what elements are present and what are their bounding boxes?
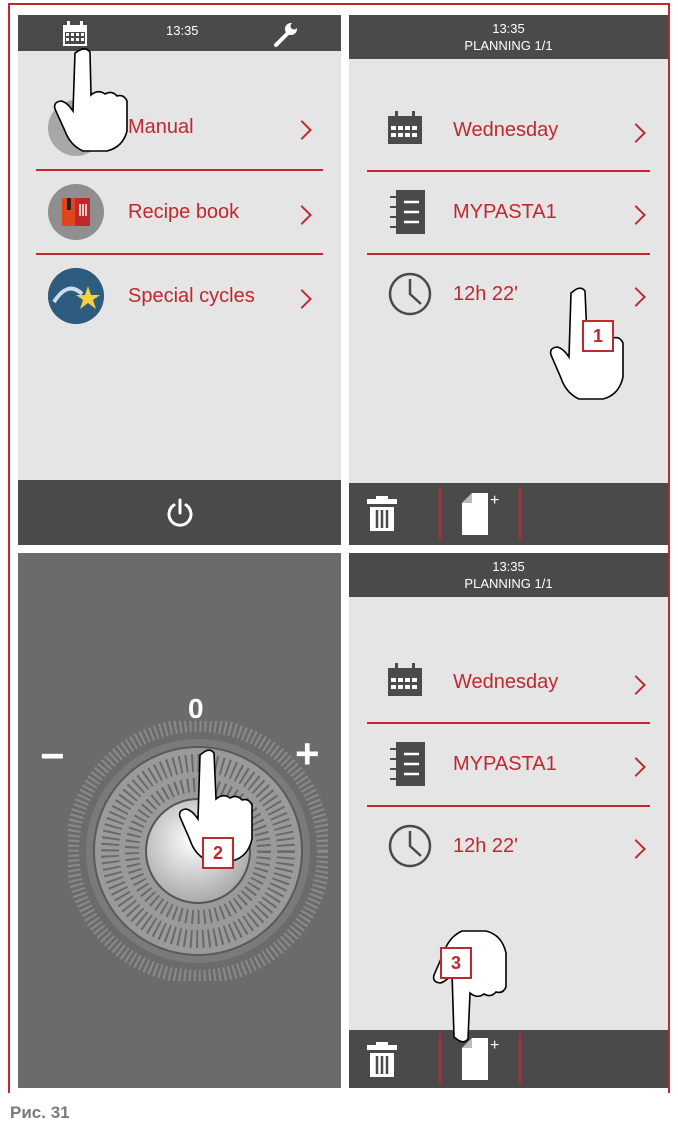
planning-screen: 13:35 PLANNING 1/1 Wednesday MYPASTA1 12…	[349, 15, 668, 545]
bar-divider	[519, 1034, 521, 1084]
pointing-hand-down-icon	[432, 930, 507, 1043]
planning-recipe-label: MYPASTA1	[453, 753, 557, 775]
divider	[36, 253, 323, 255]
wrench-icon[interactable]	[272, 20, 300, 48]
planning-item-recipe[interactable]: MYPASTA1	[349, 173, 668, 257]
clock-icon	[388, 824, 432, 868]
new-document-icon[interactable]: +	[459, 491, 503, 537]
power-icon[interactable]	[165, 497, 195, 529]
planning-item-day[interactable]: Wednesday	[349, 91, 668, 175]
step-3-badge: 3	[440, 947, 472, 979]
planning-item-recipe[interactable]: MYPASTA1	[349, 725, 668, 809]
divider	[367, 170, 650, 172]
special-cycles-icon	[48, 268, 104, 324]
bottom-bar: +	[349, 483, 668, 545]
chevron-right-icon	[626, 757, 646, 777]
clock-icon	[388, 272, 432, 316]
planning-recipe-label: MYPASTA1	[453, 201, 557, 223]
status-bar: 13:35 PLANNING 1/1	[349, 15, 668, 59]
calendar-icon	[388, 111, 422, 144]
clock-time: 13:35	[492, 21, 525, 36]
figure-caption: Рис. 31	[10, 1103, 70, 1122]
pointing-hand-icon	[53, 48, 128, 152]
recipe-book-icon	[48, 184, 104, 240]
planning-time-label: 12h 22'	[453, 283, 518, 305]
menu-label: Manual	[128, 116, 194, 138]
chevron-right-icon	[626, 675, 646, 695]
trash-icon[interactable]	[366, 496, 398, 532]
planning-item-time[interactable]: 12h 22'	[349, 807, 668, 891]
menu-item-recipe-book[interactable]: Recipe book	[18, 172, 341, 256]
knob-minus-label: −	[40, 732, 65, 779]
trash-icon[interactable]	[366, 1042, 398, 1078]
step-2-badge: 2	[202, 837, 234, 869]
chevron-right-icon	[626, 123, 646, 143]
svg-text:+: +	[490, 492, 499, 509]
clock-time: 13:35	[492, 559, 525, 574]
main-menu-screen: 13:35 Manual Recipe book Special cycles	[18, 15, 341, 545]
bar-divider	[519, 488, 521, 540]
chevron-right-icon	[292, 289, 312, 309]
control-knob-panel: 0 − + 2	[18, 553, 341, 1088]
menu-label: Special cycles	[128, 285, 255, 307]
chevron-right-icon	[626, 205, 646, 225]
planning-item-day[interactable]: Wednesday	[349, 643, 668, 727]
calendar-icon	[388, 663, 422, 696]
screen-title: PLANNING 1/1	[464, 576, 553, 591]
list-icon	[390, 742, 425, 786]
chevron-right-icon	[292, 120, 312, 140]
planning-screen-confirm: 13:35 PLANNING 1/1 Wednesday MYPASTA1 12…	[349, 553, 668, 1088]
calendar-icon[interactable]	[61, 21, 89, 47]
bar-divider	[439, 488, 441, 540]
clock-time: 13:35	[166, 23, 199, 38]
menu-label: Recipe book	[128, 201, 240, 223]
step-1-badge: 1	[582, 320, 614, 352]
planning-day-label: Wednesday	[453, 119, 559, 141]
list-icon	[390, 190, 425, 234]
planning-day-label: Wednesday	[453, 671, 559, 693]
screen-title: PLANNING 1/1	[464, 38, 553, 53]
chevron-right-icon	[626, 839, 646, 859]
bottom-bar	[18, 480, 341, 545]
divider	[36, 169, 323, 171]
planning-time-label: 12h 22'	[453, 835, 518, 857]
divider	[367, 722, 650, 724]
menu-item-special-cycles[interactable]: Special cycles	[18, 256, 341, 340]
chevron-right-icon	[292, 205, 312, 225]
status-bar: 13:35 PLANNING 1/1	[349, 553, 668, 597]
